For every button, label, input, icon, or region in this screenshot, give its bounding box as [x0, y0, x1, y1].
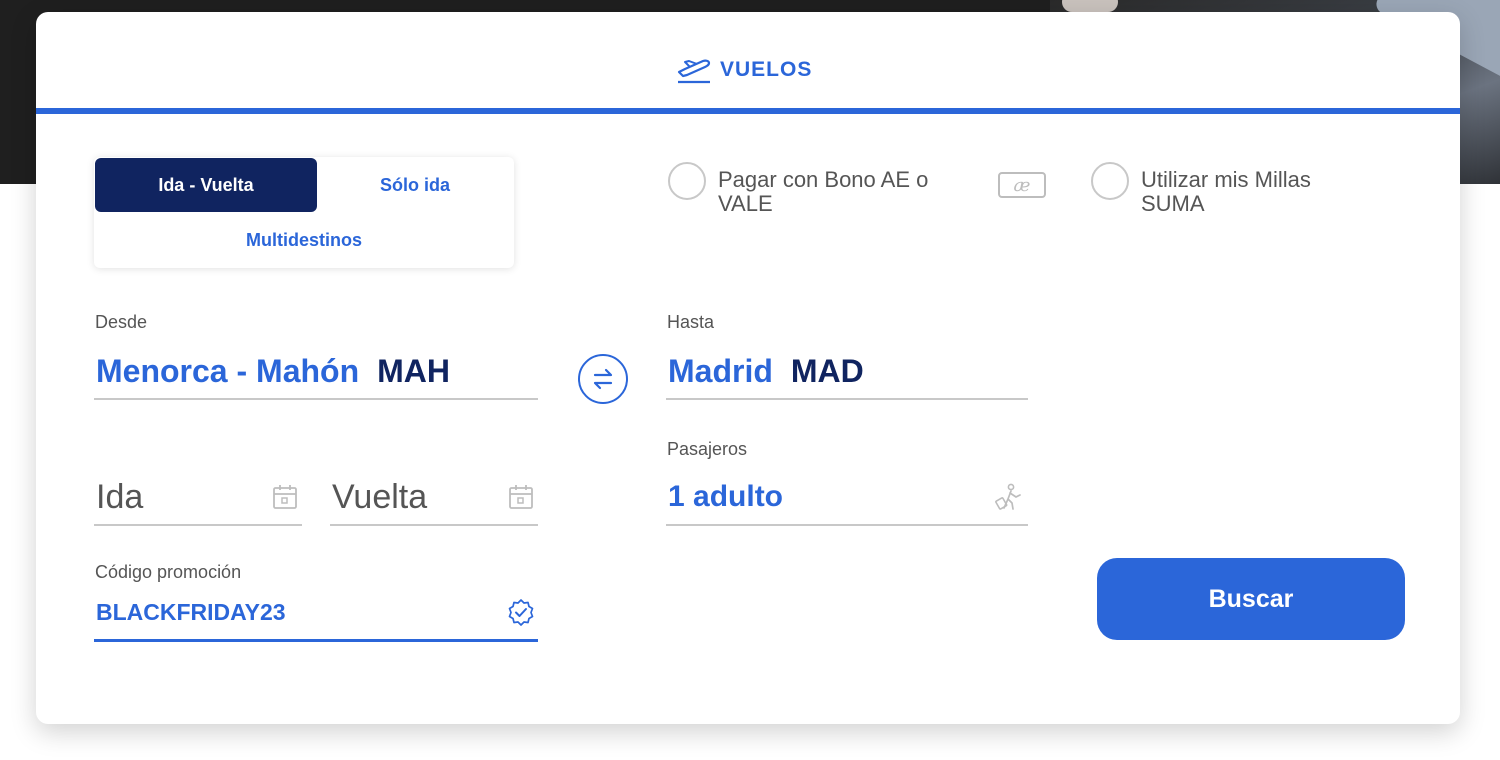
destination-label: Hasta: [667, 312, 715, 332]
return-date-field[interactable]: Vuelta: [330, 470, 538, 526]
passengers-field[interactable]: 1 adulto: [666, 470, 1028, 526]
trip-type-selector: Ida - Vuelta Sólo ida Multidestinos: [94, 157, 514, 268]
background-photo-detail: [1062, 0, 1118, 12]
use-millas-radio[interactable]: [1091, 162, 1129, 200]
destination-code: MAD: [790, 352, 864, 389]
origin-city: Menorca - Mahón: [96, 352, 360, 389]
search-button[interactable]: Buscar: [1097, 558, 1405, 640]
swap-arrows-icon: [593, 368, 613, 390]
pay-with-bono-label: Pagar con Bono AE o VALE: [718, 167, 929, 216]
pay-with-bono-option[interactable]: Pagar con Bono AE o VALE: [668, 162, 958, 216]
flight-search-card: VUELOS Ida - Vuelta Sólo ida Multidestin…: [36, 12, 1460, 724]
promo-code-input[interactable]: [96, 599, 476, 626]
tab-vuelos[interactable]: VUELOS: [676, 50, 812, 90]
return-date-placeholder: Vuelta: [332, 477, 428, 516]
verified-check-icon: [508, 598, 534, 626]
trip-option-one-way[interactable]: Sólo ida: [316, 158, 514, 212]
destination-city: Madrid: [668, 352, 773, 389]
passengers-label: Pasajeros: [667, 439, 748, 459]
pay-with-bono-radio[interactable]: [668, 162, 706, 200]
passengers-value: 1 adulto: [668, 480, 784, 513]
active-tab-underline: [36, 108, 1460, 114]
calendar-icon: [509, 485, 533, 509]
promo-code-field[interactable]: [94, 586, 538, 642]
departure-date-field[interactable]: Ida: [94, 470, 302, 526]
promo-code-label: Código promoción: [95, 562, 242, 582]
plane-takeoff-icon: [677, 59, 711, 84]
origin-label: Desde: [95, 312, 148, 332]
use-millas-option[interactable]: Utilizar mis Millas SUMA: [1091, 162, 1351, 216]
calendar-icon: [273, 485, 297, 509]
origin-field[interactable]: Menorca - Mahón MAH: [94, 344, 538, 400]
passenger-luggage-icon: [995, 483, 1021, 510]
tab-vuelos-label: VUELOS: [720, 58, 813, 81]
origin-code: MAH: [377, 352, 450, 389]
trip-option-multi-city[interactable]: Multidestinos: [94, 213, 514, 267]
ae-logo-icon: æ: [998, 172, 1046, 198]
use-millas-label: Utilizar mis Millas SUMA: [1141, 167, 1311, 216]
departure-date-placeholder: Ida: [96, 477, 144, 516]
swap-airports-button[interactable]: [578, 354, 628, 404]
trip-option-round-trip[interactable]: Ida - Vuelta: [95, 158, 317, 212]
destination-field[interactable]: Madrid MAD: [666, 344, 1028, 400]
